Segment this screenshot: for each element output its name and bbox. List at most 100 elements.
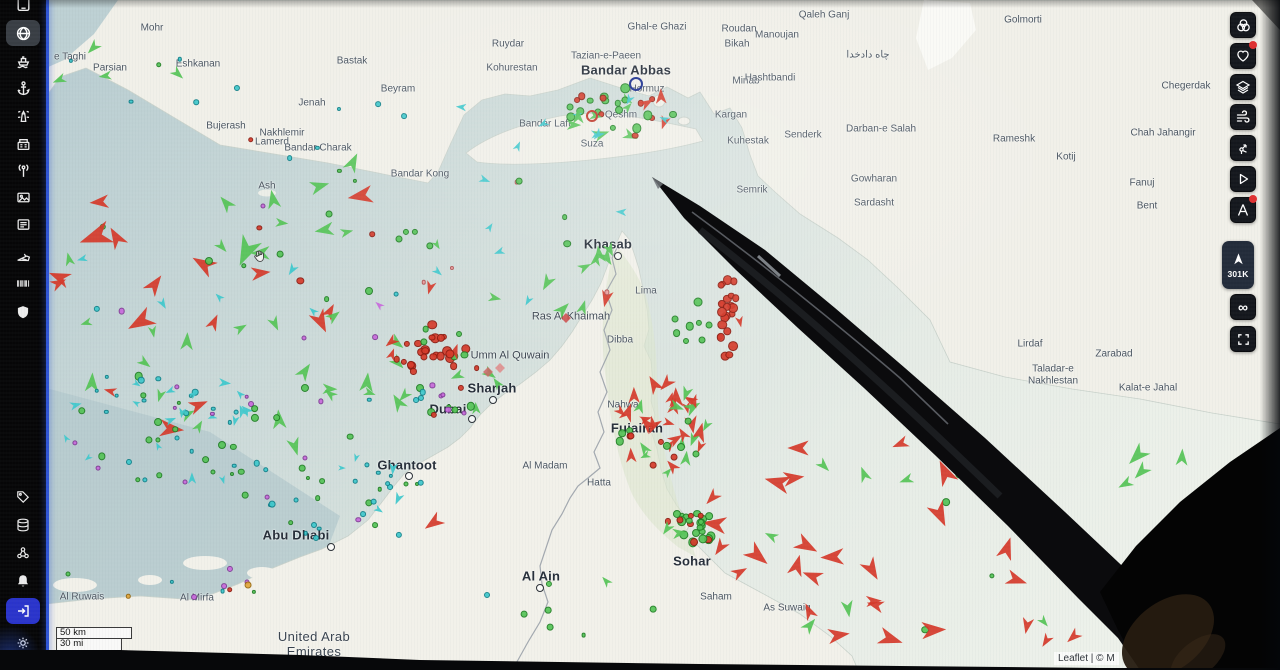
- vessel-marker-cyan-dot[interactable]: [394, 292, 399, 297]
- blend-overlays-button[interactable]: [1230, 12, 1256, 38]
- vessel-marker-cyan-dot[interactable]: [418, 395, 424, 401]
- vessel-marker-red-arrow[interactable]: [787, 439, 808, 456]
- vessel-marker-magenta-dot[interactable]: [440, 392, 445, 397]
- vessel-marker-red-arrow[interactable]: [730, 562, 750, 581]
- vessel-marker-green-dot[interactable]: [698, 336, 705, 343]
- vessel-marker-green-arrow[interactable]: [97, 70, 111, 82]
- vessel-marker-green-dot[interactable]: [145, 437, 152, 444]
- vessel-marker-cyan-arrow[interactable]: [615, 208, 626, 217]
- vessel-marker-green-arrow[interactable]: [233, 321, 250, 337]
- vessel-marker-magenta-dot[interactable]: [173, 406, 177, 410]
- vessel-marker-magenta-dot[interactable]: [227, 566, 233, 572]
- vessel-marker-cyan-dot[interactable]: [413, 397, 419, 403]
- vessel-marker-red-arrow[interactable]: [1063, 627, 1083, 647]
- vessel-marker-green-dot[interactable]: [545, 607, 552, 614]
- vessel-marker-cyan-dot[interactable]: [234, 410, 239, 415]
- vessel-marker-cyan-dot[interactable]: [353, 479, 358, 484]
- vessel-marker-green-dot[interactable]: [277, 251, 284, 258]
- vessel-marker-green-dot[interactable]: [610, 125, 616, 131]
- vessel-marker-green-arrow[interactable]: [294, 359, 316, 382]
- vessel-marker-red-dot[interactable]: [450, 362, 458, 370]
- vessel-marker-green-dot[interactable]: [547, 624, 554, 631]
- vessel-marker-cyan-dot[interactable]: [129, 99, 134, 104]
- favorites-button[interactable]: [1230, 43, 1256, 69]
- vessel-marker-green-dot[interactable]: [306, 476, 310, 480]
- vessel-names-button[interactable]: [1230, 197, 1256, 223]
- vessel-marker-green-arrow[interactable]: [598, 574, 612, 588]
- vessel-marker-green-arrow[interactable]: [179, 331, 194, 350]
- vessel-marker-green-arrow[interactable]: [214, 239, 231, 256]
- vessel-marker-red-arrow[interactable]: [859, 556, 886, 584]
- vessel-marker-green-dot[interactable]: [412, 229, 418, 235]
- vessel-marker-red-dot[interactable]: [369, 231, 375, 237]
- vessel-marker-red-dot[interactable]: [430, 411, 436, 417]
- vessel-marker-green-dot[interactable]: [301, 384, 309, 392]
- vessel-marker-green-dot[interactable]: [154, 418, 162, 426]
- vessel-marker-cyan-arrow[interactable]: [131, 399, 141, 408]
- vessel-marker-green-dot[interactable]: [172, 427, 178, 433]
- vessel-marker-cyan-arrow[interactable]: [153, 441, 162, 451]
- vessel-marker-green-arrow[interactable]: [215, 192, 236, 214]
- vessel-marker-cyan-dot[interactable]: [170, 580, 174, 584]
- vessel-marker-cyan-arrow[interactable]: [61, 433, 71, 443]
- vessel-marker-magenta-dot[interactable]: [318, 399, 323, 404]
- vessel-marker-green-arrow[interactable]: [285, 437, 304, 458]
- vessel-marker-green-dot[interactable]: [324, 296, 330, 302]
- vessel-marker-red-arrow[interactable]: [627, 387, 640, 404]
- vessel-marker-green-arrow[interactable]: [633, 398, 647, 414]
- vessel-marker-green-dot[interactable]: [697, 524, 704, 531]
- vessel-marker-green-dot[interactable]: [956, 471, 963, 478]
- vessel-marker-cyan-dot[interactable]: [263, 467, 269, 473]
- vessel-marker-cyan-dot[interactable]: [364, 462, 369, 467]
- vessel-marker-cyan-arrow[interactable]: [373, 505, 385, 516]
- vessel-marker-red-arrow[interactable]: [656, 373, 677, 394]
- vessel-marker-cyan-arrow[interactable]: [391, 491, 405, 506]
- vessel-marker-cyan-dot[interactable]: [232, 463, 237, 468]
- vessel-marker-red-dot[interactable]: [437, 334, 445, 342]
- vessel-marker-cyan-dot[interactable]: [401, 113, 407, 119]
- vessel-marker-green-arrow[interactable]: [449, 368, 465, 383]
- vessel-marker-green-dot[interactable]: [696, 320, 702, 326]
- vessel-marker-cyan-dot[interactable]: [189, 449, 194, 454]
- vessel-marker-green-dot[interactable]: [686, 517, 693, 524]
- vessel-marker-cyan-dot[interactable]: [417, 480, 424, 487]
- vessel-marker-green-dot[interactable]: [452, 407, 459, 414]
- vessel-marker-cyan-dot[interactable]: [104, 375, 108, 379]
- vessel-marker-pink-dot[interactable]: [450, 266, 454, 270]
- vessel-marker-red-dot[interactable]: [410, 368, 416, 374]
- vessel-marker-cyan-arrow[interactable]: [156, 297, 169, 311]
- vessel-marker-cyan-arrow[interactable]: [213, 291, 225, 303]
- vessel-marker-red-arrow[interactable]: [1038, 632, 1055, 650]
- vessel-marker-cyan-arrow[interactable]: [512, 140, 523, 153]
- vessel-marker-red-arrow[interactable]: [1005, 569, 1030, 592]
- vessel-marker-green-dot[interactable]: [238, 468, 244, 474]
- vessel-marker-green-dot[interactable]: [135, 477, 140, 482]
- vessel-marker-green-dot[interactable]: [562, 214, 568, 220]
- vessel-marker-green-dot[interactable]: [326, 211, 333, 218]
- vessel-marker-red-dot[interactable]: [574, 97, 580, 103]
- vessel-marker-green-dot[interactable]: [218, 441, 226, 449]
- vessel-marker-red-dot[interactable]: [248, 137, 254, 143]
- vessel-marker-red-dot[interactable]: [474, 366, 480, 372]
- vessel-marker-red-arrow[interactable]: [103, 224, 129, 252]
- vessel-marker-red-arrow[interactable]: [420, 511, 446, 536]
- vessel-marker-red-arrow[interactable]: [89, 194, 109, 211]
- vessel-marker-cyan-arrow[interactable]: [485, 221, 496, 233]
- vessel-marker-cyan-dot[interactable]: [138, 377, 145, 384]
- vessel-marker-cyan-dot[interactable]: [317, 526, 322, 531]
- vessel-marker-magenta-dot[interactable]: [191, 594, 197, 600]
- vessel-marker-magenta-dot[interactable]: [445, 406, 452, 413]
- vessel-marker-green-dot[interactable]: [422, 326, 429, 333]
- vessel-marker-green-arrow[interactable]: [342, 150, 364, 174]
- vessel-marker-red-dot[interactable]: [600, 94, 607, 101]
- vessel-marker-green-arrow[interactable]: [191, 418, 206, 434]
- vessel-marker-cyan-dot[interactable]: [94, 306, 100, 312]
- vessel-marker-red-arrow[interactable]: [656, 114, 671, 130]
- vessel-marker-cyan-dot[interactable]: [193, 100, 199, 106]
- vessel-marker-red-arrow[interactable]: [926, 499, 955, 530]
- vessel-marker-cyan-dot[interactable]: [375, 101, 381, 107]
- vessel-marker-red-arrow[interactable]: [827, 625, 851, 645]
- vessel-marker-red-dot[interactable]: [717, 333, 725, 341]
- vessel-marker-cyan-arrow[interactable]: [307, 305, 319, 317]
- vessel-marker-green-arrow[interactable]: [324, 307, 343, 325]
